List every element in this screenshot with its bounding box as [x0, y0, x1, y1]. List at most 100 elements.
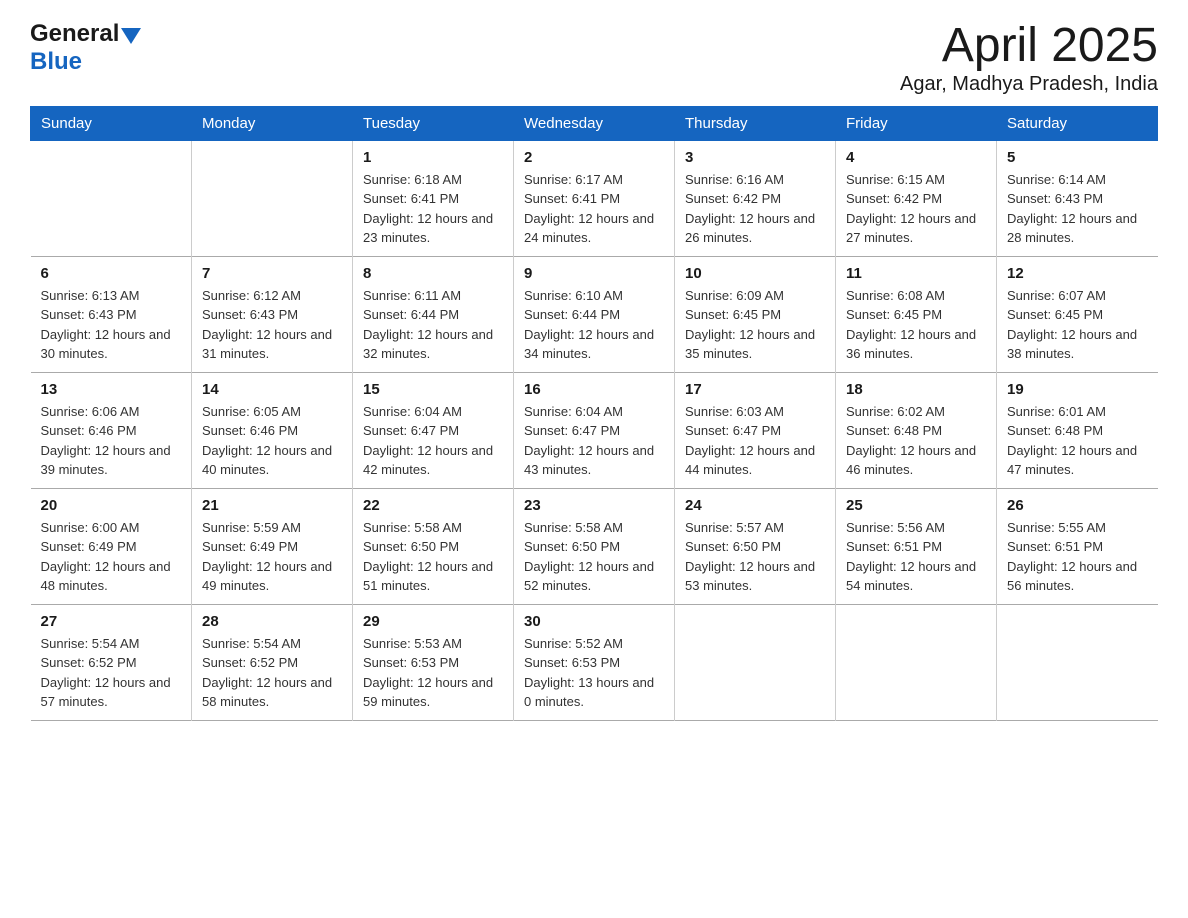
header-friday: Friday	[836, 106, 997, 140]
calendar-cell: 9 Sunrise: 6:10 AMSunset: 6:44 PMDaylight…	[514, 256, 675, 372]
calendar-cell: 10 Sunrise: 6:09 AMSunset: 6:45 PMDayligh…	[675, 256, 836, 372]
day-info: Sunrise: 6:17 AMSunset: 6:41 PMDaylight:…	[524, 170, 664, 248]
day-number: 26	[1007, 497, 1148, 514]
day-number: 4	[846, 149, 986, 166]
calendar-row: 13 Sunrise: 6:06 AMSunset: 6:46 PMDayligh…	[31, 372, 1158, 488]
header-tuesday: Tuesday	[353, 106, 514, 140]
day-number: 9	[524, 265, 664, 282]
day-number: 6	[41, 265, 182, 282]
day-info: Sunrise: 6:13 AMSunset: 6:43 PMDaylight:…	[41, 286, 182, 364]
calendar-cell: 6 Sunrise: 6:13 AMSunset: 6:43 PMDaylight…	[31, 256, 192, 372]
day-number: 3	[685, 149, 825, 166]
day-number: 12	[1007, 265, 1148, 282]
day-info: Sunrise: 6:07 AMSunset: 6:45 PMDaylight:…	[1007, 286, 1148, 364]
day-number: 22	[363, 497, 503, 514]
calendar-cell	[192, 140, 353, 256]
calendar-cell: 1 Sunrise: 6:18 AMSunset: 6:41 PMDaylight…	[353, 140, 514, 256]
calendar-cell: 26 Sunrise: 5:55 AMSunset: 6:51 PMDayligh…	[997, 488, 1158, 604]
header-thursday: Thursday	[675, 106, 836, 140]
calendar-row: 6 Sunrise: 6:13 AMSunset: 6:43 PMDaylight…	[31, 256, 1158, 372]
calendar-cell	[31, 140, 192, 256]
calendar-cell: 13 Sunrise: 6:06 AMSunset: 6:46 PMDayligh…	[31, 372, 192, 488]
day-info: Sunrise: 6:11 AMSunset: 6:44 PMDaylight:…	[363, 286, 503, 364]
day-number: 17	[685, 381, 825, 398]
day-number: 8	[363, 265, 503, 282]
logo: General Blue	[30, 20, 141, 76]
calendar-cell	[997, 604, 1158, 720]
day-info: Sunrise: 6:00 AMSunset: 6:49 PMDaylight:…	[41, 518, 182, 596]
calendar-row: 20Sunrise: 6:00 AMSunset: 6:49 PMDayligh…	[31, 488, 1158, 604]
day-number: 15	[363, 381, 503, 398]
calendar-cell: 19 Sunrise: 6:01 AMSunset: 6:48 PMDayligh…	[997, 372, 1158, 488]
calendar-cell: 20Sunrise: 6:00 AMSunset: 6:49 PMDayligh…	[31, 488, 192, 604]
day-info: Sunrise: 6:06 AMSunset: 6:46 PMDaylight:…	[41, 402, 182, 480]
calendar-cell	[675, 604, 836, 720]
day-info: Sunrise: 5:59 AMSunset: 6:49 PMDaylight:…	[202, 518, 342, 596]
day-info: Sunrise: 5:57 AMSunset: 6:50 PMDaylight:…	[685, 518, 825, 596]
calendar-cell: 14Sunrise: 6:05 AMSunset: 6:46 PMDayligh…	[192, 372, 353, 488]
day-number: 18	[846, 381, 986, 398]
day-info: Sunrise: 6:18 AMSunset: 6:41 PMDaylight:…	[363, 170, 503, 248]
day-info: Sunrise: 6:08 AMSunset: 6:45 PMDaylight:…	[846, 286, 986, 364]
calendar-cell: 12 Sunrise: 6:07 AMSunset: 6:45 PMDayligh…	[997, 256, 1158, 372]
day-info: Sunrise: 6:02 AMSunset: 6:48 PMDaylight:…	[846, 402, 986, 480]
header-saturday: Saturday	[997, 106, 1158, 140]
calendar-cell: 8 Sunrise: 6:11 AMSunset: 6:44 PMDaylight…	[353, 256, 514, 372]
header-monday: Monday	[192, 106, 353, 140]
calendar-cell: 18 Sunrise: 6:02 AMSunset: 6:48 PMDayligh…	[836, 372, 997, 488]
day-number: 14	[202, 381, 342, 398]
day-number: 30	[524, 613, 664, 630]
calendar-cell	[836, 604, 997, 720]
page-subtitle: Agar, Madhya Pradesh, India	[900, 73, 1158, 96]
calendar-cell: 21 Sunrise: 5:59 AMSunset: 6:49 PMDayligh…	[192, 488, 353, 604]
day-info: Sunrise: 5:54 AMSunset: 6:52 PMDaylight:…	[202, 634, 342, 712]
day-info: Sunrise: 6:10 AMSunset: 6:44 PMDaylight:…	[524, 286, 664, 364]
day-number: 21	[202, 497, 342, 514]
calendar-cell: 7 Sunrise: 6:12 AMSunset: 6:43 PMDaylight…	[192, 256, 353, 372]
logo-blue-text: Blue	[30, 48, 141, 76]
day-number: 25	[846, 497, 986, 514]
day-number: 29	[363, 613, 503, 630]
day-info: Sunrise: 5:52 AMSunset: 6:53 PMDaylight:…	[524, 634, 664, 712]
day-number: 1	[363, 149, 503, 166]
day-info: Sunrise: 6:01 AMSunset: 6:48 PMDaylight:…	[1007, 402, 1148, 480]
day-info: Sunrise: 6:04 AMSunset: 6:47 PMDaylight:…	[524, 402, 664, 480]
day-number: 24	[685, 497, 825, 514]
calendar-cell: 25 Sunrise: 5:56 AMSunset: 6:51 PMDayligh…	[836, 488, 997, 604]
calendar-cell: 17 Sunrise: 6:03 AMSunset: 6:47 PMDayligh…	[675, 372, 836, 488]
day-info: Sunrise: 6:09 AMSunset: 6:45 PMDaylight:…	[685, 286, 825, 364]
day-number: 28	[202, 613, 342, 630]
day-number: 10	[685, 265, 825, 282]
calendar-cell: 5 Sunrise: 6:14 AMSunset: 6:43 PMDaylight…	[997, 140, 1158, 256]
day-info: Sunrise: 6:15 AMSunset: 6:42 PMDaylight:…	[846, 170, 986, 248]
day-info: Sunrise: 6:03 AMSunset: 6:47 PMDaylight:…	[685, 402, 825, 480]
day-info: Sunrise: 5:55 AMSunset: 6:51 PMDaylight:…	[1007, 518, 1148, 596]
day-info: Sunrise: 6:16 AMSunset: 6:42 PMDaylight:…	[685, 170, 825, 248]
calendar-body: 1 Sunrise: 6:18 AMSunset: 6:41 PMDaylight…	[31, 140, 1158, 720]
calendar-cell: 15Sunrise: 6:04 AMSunset: 6:47 PMDayligh…	[353, 372, 514, 488]
logo-general-text: General	[30, 20, 119, 48]
calendar-cell: 27Sunrise: 5:54 AMSunset: 6:52 PMDayligh…	[31, 604, 192, 720]
calendar-cell: 24 Sunrise: 5:57 AMSunset: 6:50 PMDayligh…	[675, 488, 836, 604]
calendar-cell: 16Sunrise: 6:04 AMSunset: 6:47 PMDayligh…	[514, 372, 675, 488]
logo-triangle-icon	[121, 28, 141, 44]
day-number: 5	[1007, 149, 1148, 166]
calendar-cell: 2 Sunrise: 6:17 AMSunset: 6:41 PMDaylight…	[514, 140, 675, 256]
calendar-cell: 30 Sunrise: 5:52 AMSunset: 6:53 PMDayligh…	[514, 604, 675, 720]
day-info: Sunrise: 6:14 AMSunset: 6:43 PMDaylight:…	[1007, 170, 1148, 248]
day-number: 13	[41, 381, 182, 398]
calendar-header: Sunday Monday Tuesday Wednesday Thursday…	[31, 106, 1158, 140]
day-info: Sunrise: 5:58 AMSunset: 6:50 PMDaylight:…	[363, 518, 503, 596]
calendar-cell: 29Sunrise: 5:53 AMSunset: 6:53 PMDayligh…	[353, 604, 514, 720]
header-sunday: Sunday	[31, 106, 192, 140]
calendar-cell: 4 Sunrise: 6:15 AMSunset: 6:42 PMDaylight…	[836, 140, 997, 256]
day-number: 7	[202, 265, 342, 282]
day-number: 23	[524, 497, 664, 514]
calendar-cell: 23Sunrise: 5:58 AMSunset: 6:50 PMDayligh…	[514, 488, 675, 604]
day-info: Sunrise: 5:56 AMSunset: 6:51 PMDaylight:…	[846, 518, 986, 596]
calendar-cell: 28 Sunrise: 5:54 AMSunset: 6:52 PMDayligh…	[192, 604, 353, 720]
title-section: April 2025 Agar, Madhya Pradesh, India	[900, 20, 1158, 96]
day-number: 2	[524, 149, 664, 166]
day-number: 19	[1007, 381, 1148, 398]
day-info: Sunrise: 6:12 AMSunset: 6:43 PMDaylight:…	[202, 286, 342, 364]
